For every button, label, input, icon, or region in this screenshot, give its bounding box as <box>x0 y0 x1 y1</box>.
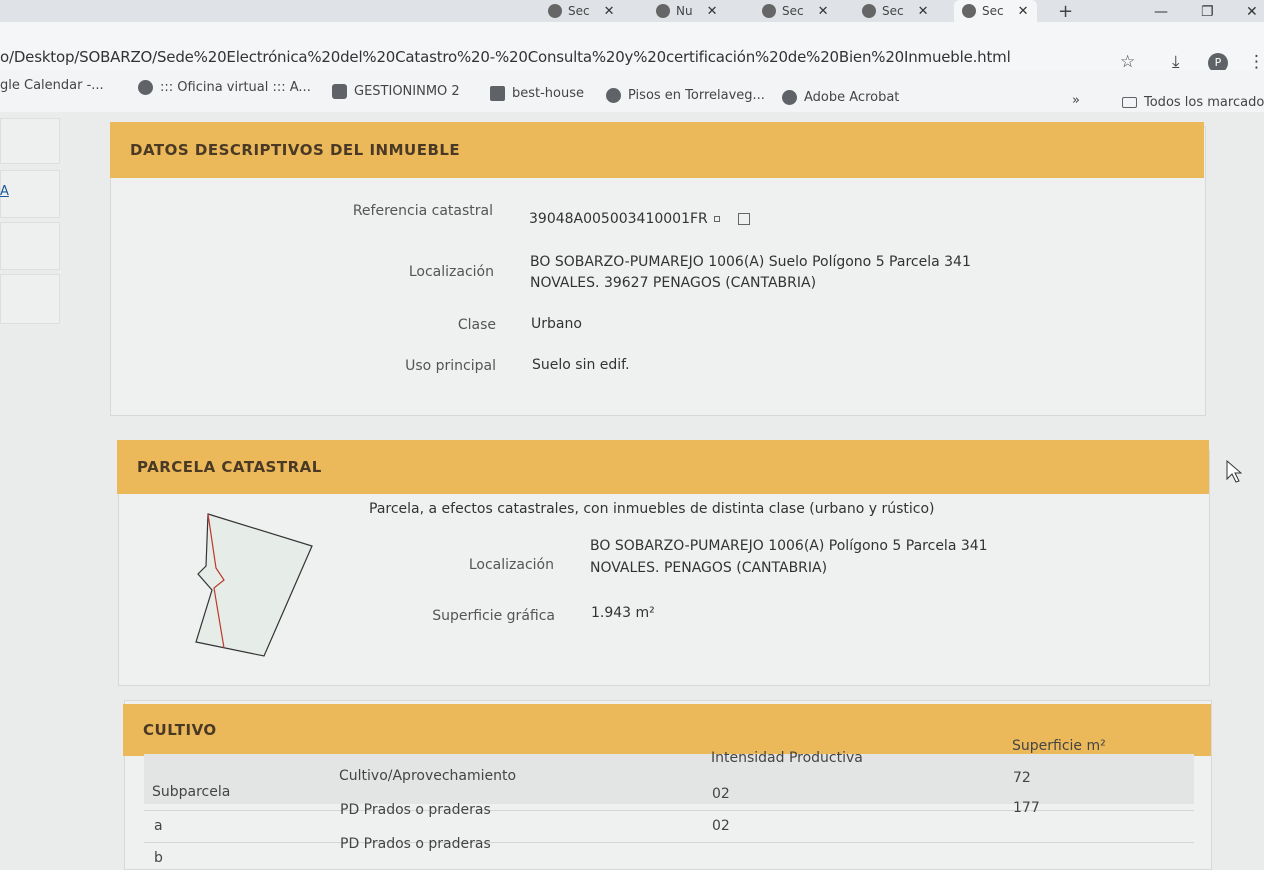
menu-kebab-icon[interactable]: ⋮ <box>1248 52 1264 72</box>
globe-icon <box>782 90 797 105</box>
new-tab-button[interactable]: + <box>1058 1 1073 22</box>
globe-icon <box>548 4 562 18</box>
copy-icon[interactable] <box>713 216 720 222</box>
bookmarks-overflow-button[interactable]: » <box>1072 93 1080 108</box>
parcel-map <box>195 513 313 657</box>
tab-label: Sec <box>782 4 804 18</box>
browser-tab[interactable]: Sec ✕ <box>862 0 929 22</box>
clase-label: Clase <box>457 317 496 333</box>
browser-tab-active[interactable]: Sec ✕ <box>954 0 1037 22</box>
close-icon[interactable]: ✕ <box>918 4 929 19</box>
col-header-subparcela: Subparcela <box>152 784 231 800</box>
superficie-grafica-value: 1.943 m² <box>591 605 655 621</box>
bookmark-item[interactable]: GESTIONINMO 2 <box>332 84 460 99</box>
mouse-cursor-icon <box>1226 460 1242 483</box>
datos-panel-title: DATOS DESCRIPTIVOS DEL INMUEBLE <box>110 122 1204 178</box>
ref-catastral-text: 39048A005003410001FR <box>529 211 708 227</box>
row-a-subparcela: a <box>154 818 163 834</box>
row-a-superficie: 72 <box>1013 770 1031 786</box>
row-a-intensidad: 02 <box>712 786 730 802</box>
tab-label: Sec <box>568 4 590 18</box>
clase-value: Urbano <box>531 316 582 332</box>
all-bookmarks-button[interactable]: Todos los marcadores <box>1122 95 1264 110</box>
browser-tab[interactable]: Sec ✕ <box>548 0 615 22</box>
close-icon[interactable]: ✕ <box>707 4 718 19</box>
row-b-cultivo: PD Prados o praderas <box>340 836 491 852</box>
bookmark-item[interactable]: ::: Oficina virtual ::: A... <box>138 80 311 95</box>
globe-icon <box>606 88 621 103</box>
restore-button[interactable]: ❐ <box>1201 4 1214 20</box>
left-nav-item[interactable] <box>0 274 60 324</box>
parcel-outline <box>195 513 313 657</box>
window-close-button[interactable]: ✕ <box>1246 4 1258 20</box>
ref-catastral-value: 39048A005003410001FR <box>529 209 750 230</box>
col-header-cultivo: Cultivo/Aprovechamiento <box>339 768 517 784</box>
localizacion-line1: BO SOBARZO-PUMAREJO 1006(A) Suelo Polígo… <box>530 254 971 270</box>
bookmark-label: best-house <box>512 86 585 101</box>
cultivo-table: Subparcela Cultivo/Aprovechamiento Inten… <box>144 732 1196 870</box>
row-b-subparcela: b <box>154 850 163 866</box>
parcela-localizacion-line2: NOVALES. PENAGOS (CANTABRIA) <box>590 560 828 576</box>
localizacion-label: Localización <box>408 264 494 280</box>
left-nav-link[interactable]: A <box>0 184 9 199</box>
close-icon[interactable]: ✕ <box>604 4 615 19</box>
globe-icon <box>762 4 776 18</box>
bookmark-label: GESTIONINMO 2 <box>354 84 460 99</box>
house-icon <box>490 86 505 101</box>
left-nav-item[interactable] <box>0 170 60 218</box>
table-header-row <box>144 754 1194 804</box>
bookmark-label: gle Calendar -... <box>0 78 104 93</box>
select-checkbox[interactable] <box>737 213 750 225</box>
tab-label: Sec <box>982 4 1004 18</box>
bookmark-item[interactable]: gle Calendar -... <box>0 78 104 93</box>
globe-icon <box>862 4 876 18</box>
table-divider <box>144 842 1194 843</box>
uso-principal-value: Suelo sin edif. <box>532 357 630 373</box>
folder-icon <box>1122 97 1137 108</box>
col-header-intensidad: Intensidad Productiva <box>711 750 863 766</box>
close-icon[interactable]: ✕ <box>818 4 829 19</box>
minimize-button[interactable]: — <box>1154 4 1168 20</box>
globe-icon <box>138 80 153 95</box>
superficie-grafica-label: Superficie gráfica <box>432 608 555 624</box>
bookmark-item[interactable]: best-house <box>490 86 584 101</box>
all-bookmarks-label: Todos los marcadores <box>1144 95 1264 110</box>
row-a-cultivo: PD Prados o praderas <box>340 802 491 818</box>
parcela-localizacion-label: Localización <box>468 557 554 573</box>
globe-icon <box>962 4 976 18</box>
app-icon <box>332 84 347 99</box>
uso-principal-label: Uso principal <box>405 358 496 374</box>
localizacion-line2: NOVALES. 39627 PENAGOS (CANTABRIA) <box>530 275 817 291</box>
tab-label: Nu <box>676 4 693 18</box>
download-icon[interactable]: ⤓ <box>1172 52 1180 72</box>
tab-label: Sec <box>882 4 904 18</box>
bookmark-label: Adobe Acrobat <box>804 90 900 105</box>
bookmark-item[interactable]: Adobe Acrobat <box>782 90 899 105</box>
tab-strip: Sec ✕ Nu ✕ Sec ✕ Sec ✕ Sec ✕ + — ❐ ✕ <box>0 0 1264 22</box>
left-nav-item[interactable] <box>0 118 60 164</box>
bookmark-label: ::: Oficina virtual ::: A... <box>160 80 311 95</box>
bookmark-label: Pisos en Torrelaveg... <box>628 88 765 103</box>
url-field[interactable]: o/Desktop/SOBARZO/Sede%20Electrónica%20d… <box>0 48 1011 66</box>
bookmark-item[interactable]: Pisos en Torrelaveg... <box>606 88 765 103</box>
parcela-intro-text: Parcela, a efectos catastrales, con inmu… <box>369 501 935 517</box>
parcela-localizacion-line1: BO SOBARZO-PUMAREJO 1006(A) Polígono 5 P… <box>590 538 988 554</box>
ref-catastral-label: Referencia catastral <box>352 203 493 219</box>
left-nav-item[interactable] <box>0 222 60 270</box>
star-icon[interactable]: ☆ <box>1120 52 1135 72</box>
parcela-panel-title: PARCELA CATASTRAL <box>117 440 1209 494</box>
close-icon[interactable]: ✕ <box>1018 4 1029 19</box>
globe-icon <box>656 4 670 18</box>
row-b-intensidad: 02 <box>712 818 730 834</box>
col-header-superficie: Superficie m² <box>1012 738 1106 754</box>
row-b-superficie: 177 <box>1013 800 1040 816</box>
browser-tab[interactable]: Nu ✕ <box>656 0 718 22</box>
browser-tab[interactable]: Sec ✕ <box>762 0 829 22</box>
